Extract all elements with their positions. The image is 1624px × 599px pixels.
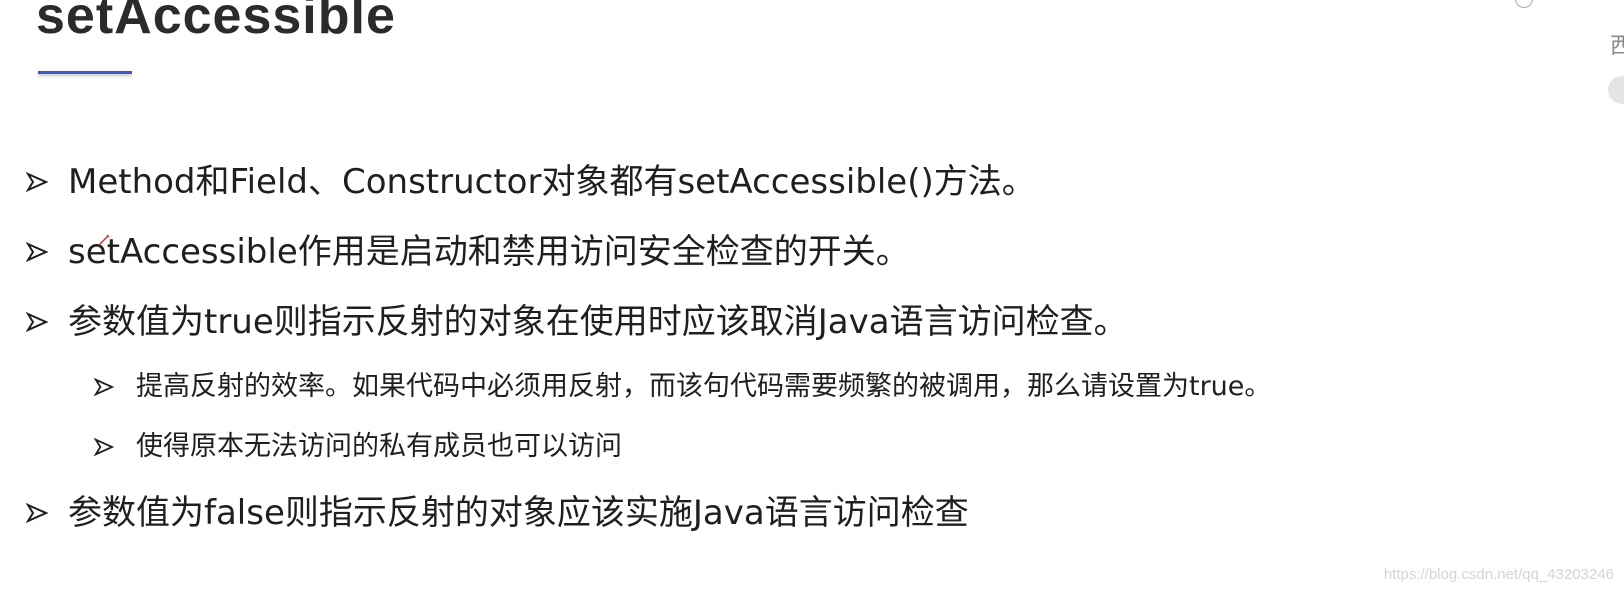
watermark: https://blog.csdn.net/qq_43203246	[1383, 566, 1614, 583]
bullet-item: 参数值为true则指示反射的对象在使用时应该取消Java语言访问检查。	[26, 302, 1128, 342]
arrow-bullet-icon	[26, 241, 68, 263]
sub-bullet-text: 使得原本无法访问的私有成员也可以访问	[136, 431, 622, 462]
bullet-item: Method和Field、Constructor对象都有setAccessibl…	[26, 162, 1036, 202]
bullet-item: 参数值为false则指示反射的对象应该实施Java语言访问检查	[26, 493, 969, 533]
edge-scroll-handle[interactable]	[1608, 76, 1624, 104]
bullet-text: 参数值为false则指示反射的对象应该实施Java语言访问检查	[68, 493, 969, 533]
sub-bullet-item: 使得原本无法访问的私有成员也可以访问	[94, 430, 622, 464]
arrow-bullet-icon	[94, 437, 136, 457]
arrow-bullet-icon	[26, 502, 68, 524]
bullet-item: setAccessible作用是启动和禁用访问安全检查的开关。	[26, 232, 910, 272]
arrow-bullet-icon	[26, 311, 68, 333]
sub-bullet-text: 提高反射的效率。如果代码中必须用反射，而该句代码需要频繁的被调用，那么请设置为t…	[136, 371, 1272, 402]
bullet-text: setAccessible作用是启动和禁用访问安全检查的开关。	[68, 232, 910, 272]
arrow-bullet-icon	[94, 377, 136, 397]
edge-ring-icon	[1515, 0, 1533, 8]
bullet-text: Method和Field、Constructor对象都有setAccessibl…	[68, 162, 1036, 202]
sub-bullet-item: 提高反射的效率。如果代码中必须用反射，而该句代码需要频繁的被调用，那么请设置为t…	[94, 370, 1271, 404]
title-underline	[38, 71, 132, 74]
slide-title: setAccessible	[36, 0, 396, 45]
edge-glyph: 西	[1610, 34, 1624, 59]
pen-cursor-icon	[97, 232, 111, 246]
bullet-text: 参数值为true则指示反射的对象在使用时应该取消Java语言访问检查。	[68, 302, 1128, 342]
arrow-bullet-icon	[26, 171, 68, 193]
